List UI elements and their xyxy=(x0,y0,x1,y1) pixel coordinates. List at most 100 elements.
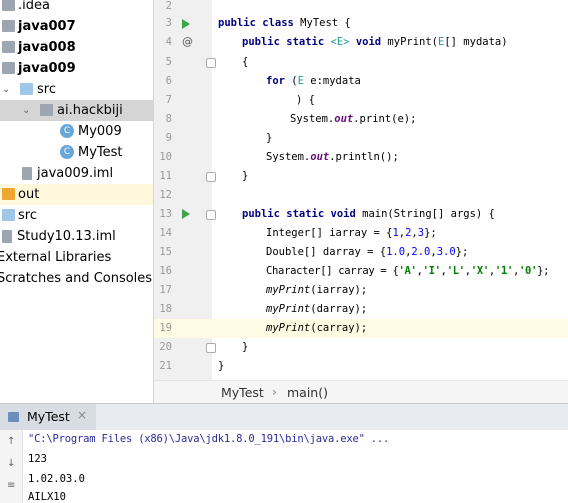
code-text: Double[] darray = { xyxy=(266,246,387,258)
run-tool-window-header: MyTest × xyxy=(0,403,568,431)
tree-item-mytest[interactable]: C MyTest xyxy=(0,142,153,163)
keyword: public static xyxy=(242,36,325,48)
code-line-16: Character[] carray = {'A','I','L','X','1… xyxy=(266,265,550,277)
code-line-14: Integer[] iarray = {1,2,3}; xyxy=(266,227,437,239)
char-literal: '0' xyxy=(519,265,538,277)
keyword: public class xyxy=(218,17,294,29)
chevron-down-icon[interactable]: ⌄ xyxy=(2,79,10,100)
tree-item-java009-iml[interactable]: java009.iml xyxy=(0,163,153,184)
static-field: out xyxy=(310,151,330,163)
code-line-13: public static void main(String[] args) { xyxy=(242,208,495,220)
breadcrumb: MyTest › main() xyxy=(154,380,568,404)
tree-item-java007[interactable]: java007 xyxy=(0,16,153,37)
code-text: myPrint( xyxy=(381,36,439,48)
code-line-17: myPrint(iarray); xyxy=(266,284,367,296)
arrow-down-icon[interactable]: ↓ xyxy=(7,458,15,469)
number-literal: 1.0 xyxy=(386,246,406,258)
module-folder-icon xyxy=(2,62,15,74)
line-number: 11 xyxy=(159,170,172,182)
code-text: Character[] carray = { xyxy=(266,265,399,277)
tree-item-out[interactable]: out xyxy=(0,184,153,205)
breadcrumb-method[interactable]: main() xyxy=(287,385,328,400)
code-text: }; xyxy=(455,246,469,258)
line-number: 16 xyxy=(159,265,172,277)
keyword: for xyxy=(266,75,285,87)
line-number: 12 xyxy=(159,189,172,201)
keyword: void xyxy=(355,36,382,48)
fold-icon[interactable] xyxy=(206,58,216,68)
run-class-icon[interactable] xyxy=(182,19,190,29)
module-folder-icon xyxy=(2,41,15,53)
tree-item-src-root[interactable]: src xyxy=(0,205,153,226)
close-icon[interactable]: × xyxy=(77,408,87,422)
code-line-6: for (E e:mydata xyxy=(266,75,361,87)
breadcrumb-class[interactable]: MyTest xyxy=(221,385,264,400)
tree-item-idea[interactable]: .idea xyxy=(0,0,153,16)
line-number: 10 xyxy=(159,151,172,163)
line-number: 5 xyxy=(165,56,172,68)
code-text: MyTest { xyxy=(293,17,351,29)
fold-icon[interactable] xyxy=(206,210,216,220)
project-tree: .idea java007 java008 java009 ⌄ src ⌄ ai… xyxy=(0,0,154,403)
source-folder-icon xyxy=(20,83,33,95)
tree-item-study-iml[interactable]: Study10.13.iml xyxy=(0,226,153,247)
override-at-icon: @ xyxy=(182,35,193,48)
iml-file-icon xyxy=(22,167,32,180)
console-output-line: 1.02.03.0 xyxy=(28,473,85,485)
line-number: 13 xyxy=(159,208,172,220)
console-output-line: AILX10 xyxy=(28,491,66,503)
code-line-11: } xyxy=(242,170,249,182)
package-icon xyxy=(40,104,53,116)
tree-item-src[interactable]: ⌄ src xyxy=(0,79,153,100)
code-line-20: } xyxy=(242,341,249,353)
line-number: 6 xyxy=(165,75,172,87)
tab-label: MyTest xyxy=(27,409,70,424)
code-line-7: ) { xyxy=(296,94,315,106)
code-line-18: myPrint(darray); xyxy=(266,303,367,315)
run-main-icon[interactable] xyxy=(182,209,190,219)
tree-item-java009[interactable]: java009 xyxy=(0,58,153,79)
source-folder-icon xyxy=(2,209,15,221)
method-call: myPrint xyxy=(266,303,311,315)
line-number: 17 xyxy=(159,284,172,296)
code-line-4: public static <E> void myPrint(E[] mydat… xyxy=(242,36,508,48)
tree-item-external-libraries[interactable]: External Libraries xyxy=(0,247,153,268)
java-class-icon: C xyxy=(60,124,74,138)
code-text: (carray); xyxy=(310,322,368,334)
chevron-down-icon[interactable]: ⌄ xyxy=(22,100,30,121)
line-number: 8 xyxy=(165,113,172,125)
code-line-15: Double[] darray = {1.0,2.0,3.0}; xyxy=(266,246,468,258)
code-line-9: } xyxy=(266,132,273,144)
line-number: 21 xyxy=(159,360,172,372)
char-literal: 'X' xyxy=(470,265,489,277)
console-gutter: ↑ ↓ ≡ xyxy=(0,430,23,503)
tree-item-java008[interactable]: java008 xyxy=(0,37,153,58)
keyword: public static void xyxy=(242,208,356,220)
line-number: 18 xyxy=(159,303,172,315)
number-literal: 3.0 xyxy=(436,246,456,258)
fold-icon[interactable] xyxy=(206,343,216,353)
wrap-icon[interactable]: ≡ xyxy=(7,480,15,491)
code-text: }; xyxy=(424,227,437,239)
tree-item-package[interactable]: ⌄ ai.hackbiji xyxy=(0,100,153,121)
char-literal: '1' xyxy=(494,265,513,277)
tab-mytest[interactable]: MyTest × xyxy=(0,404,96,431)
code-text: System. xyxy=(266,151,311,163)
line-number: 2 xyxy=(165,0,172,12)
arrow-up-icon[interactable]: ↑ xyxy=(7,436,15,447)
fold-icon[interactable] xyxy=(206,172,216,182)
line-number: 14 xyxy=(159,227,172,239)
module-folder-icon xyxy=(2,20,15,32)
line-number: 7 xyxy=(165,94,172,106)
number-literal: 2.0 xyxy=(411,246,431,258)
line-number: 15 xyxy=(159,246,172,258)
tree-item-my009[interactable]: C My009 xyxy=(0,121,153,142)
java-class-icon: C xyxy=(60,145,74,159)
tree-item-scratches[interactable]: Scratches and Consoles xyxy=(0,268,153,289)
code-text: [] mydata) xyxy=(444,36,508,48)
run-config-icon xyxy=(8,412,19,422)
char-literal: 'L' xyxy=(446,265,465,277)
code-line-3: public class MyTest { xyxy=(218,17,351,29)
code-text: main(String[] args) { xyxy=(355,208,495,220)
code-text: (iarray); xyxy=(310,284,368,296)
